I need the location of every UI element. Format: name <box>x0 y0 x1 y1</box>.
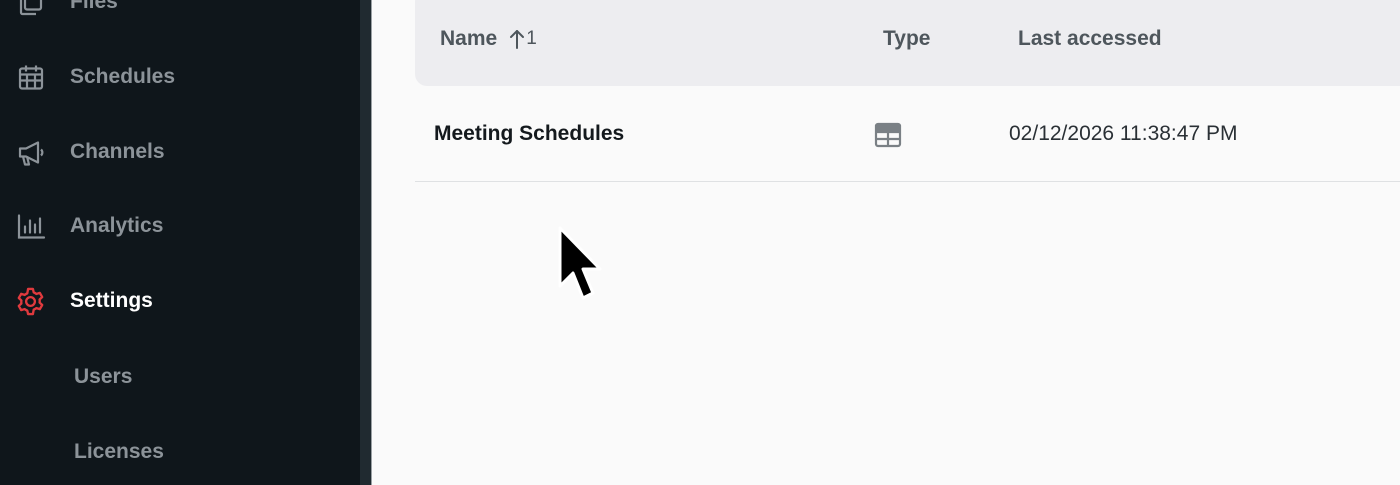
files-icon <box>15 0 46 18</box>
table-row[interactable]: Meeting Schedules 02/12/2026 11:38:47 PM <box>415 87 1400 182</box>
panel-divider[interactable] <box>360 0 372 485</box>
sidebar-item-analytics[interactable]: Analytics <box>0 200 360 252</box>
table-icon <box>874 122 902 148</box>
column-header-name[interactable]: Name 1 <box>440 27 537 51</box>
sort-ascending-icon: 1 <box>509 28 537 50</box>
sidebar-subitem-licenses[interactable]: Licenses <box>0 426 360 478</box>
column-header-type[interactable]: Type <box>883 27 930 51</box>
sidebar-subitem-label: Licenses <box>74 440 164 463</box>
sidebar-item-files[interactable]: Files <box>0 0 360 28</box>
megaphone-icon <box>15 137 46 168</box>
main-content: Name 1 Type Last accessed Meeting Schedu… <box>373 0 1400 485</box>
sidebar-item-label: Files <box>70 0 118 13</box>
sidebar: Files Schedules Channels Analytics Setti… <box>0 0 360 485</box>
sidebar-item-label: Analytics <box>70 214 164 237</box>
sidebar-subitem-users[interactable]: Users <box>0 351 360 403</box>
sidebar-item-channels[interactable]: Channels <box>0 126 360 178</box>
mouse-pointer-icon <box>556 226 606 306</box>
last-accessed-value: 02/12/2026 11:38:47 PM <box>1009 122 1238 145</box>
sidebar-subitem-label: Users <box>74 365 133 388</box>
sidebar-item-settings[interactable]: Settings <box>0 275 360 327</box>
gear-icon <box>15 286 46 317</box>
calendar-icon <box>15 62 46 93</box>
sidebar-item-label: Settings <box>70 289 153 312</box>
file-name[interactable]: Meeting Schedules <box>434 122 624 146</box>
sort-order-indicator: 1 <box>526 28 537 49</box>
table-header: Name 1 Type Last accessed <box>415 0 1400 86</box>
sidebar-item-label: Channels <box>70 140 165 163</box>
column-header-last-accessed[interactable]: Last accessed <box>1018 27 1162 51</box>
sidebar-item-schedules[interactable]: Schedules <box>0 51 360 103</box>
bar-chart-icon <box>15 211 46 242</box>
sidebar-item-label: Schedules <box>70 65 176 88</box>
